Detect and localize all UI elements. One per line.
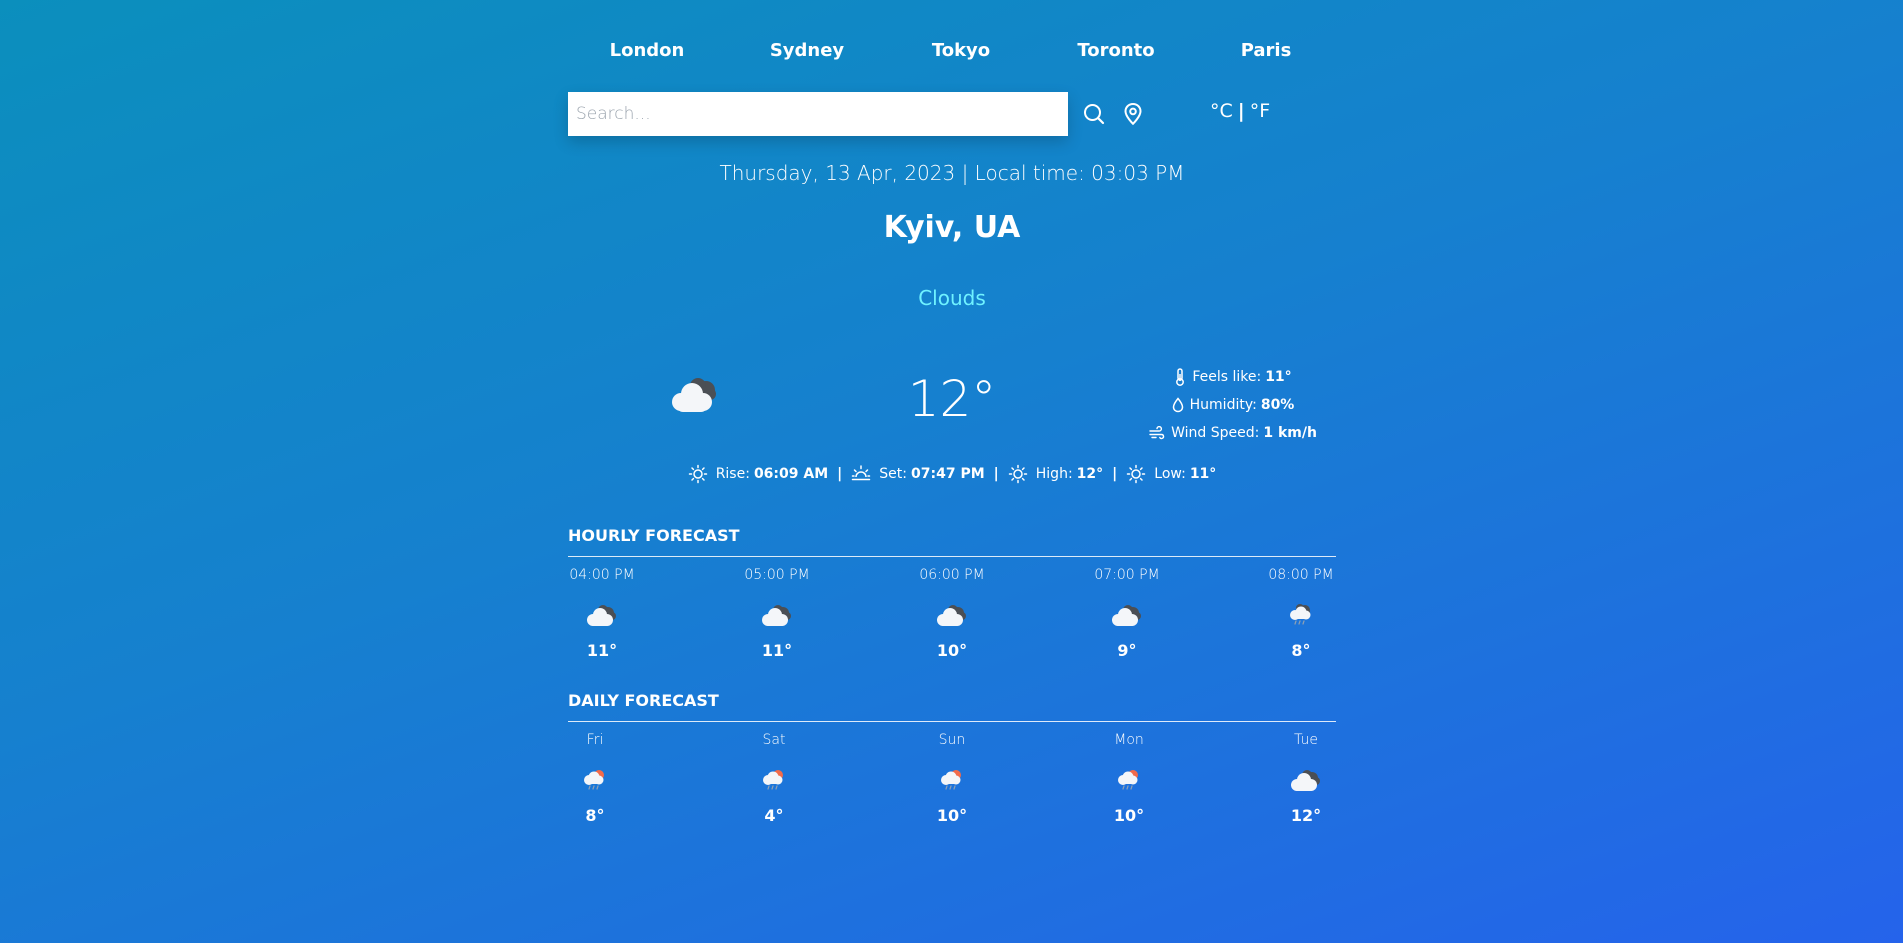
- hourly-item: 07:00 PM 9°: [1072, 565, 1182, 660]
- city-button-tokyo[interactable]: Tokyo: [932, 40, 990, 61]
- daily-item: Fri 8°: [540, 730, 650, 825]
- feels-like-value: 11°: [1265, 369, 1292, 385]
- high-value: 12°: [1076, 466, 1104, 482]
- sun-rain-icon: [584, 770, 604, 790]
- sunset-label: Set:: [879, 466, 907, 482]
- search-icon[interactable]: [1081, 101, 1107, 127]
- daily-item: Sun 10°: [897, 730, 1007, 825]
- hourly-temp: 10°: [936, 641, 968, 660]
- low-value: 11°: [1189, 466, 1217, 482]
- location-title: Kyiv, UA: [883, 210, 1021, 245]
- hourly-time: 04:00 PM: [569, 567, 635, 583]
- hourly-item: 06:00 PM 10°: [897, 565, 1007, 660]
- sun-rain-icon: [1118, 770, 1138, 790]
- hourly-forecast: 04:00 PM 11° 05:00 PM 11° 06:00 PM 10° 0…: [568, 565, 1336, 675]
- daily-item: Sat 4°: [719, 730, 829, 825]
- sun-icon: [1127, 464, 1146, 484]
- daily-temp: 10°: [936, 806, 968, 825]
- sunrise-label: Rise:: [715, 466, 750, 482]
- search-input[interactable]: [568, 92, 1068, 136]
- sun-rain-icon: [763, 770, 783, 790]
- hourly-time: 06:00 PM: [919, 567, 985, 583]
- city-button-sydney[interactable]: Sydney: [770, 40, 844, 61]
- cloudy-icon: [937, 605, 966, 626]
- separator: |: [993, 466, 999, 482]
- city-button-toronto[interactable]: Toronto: [1077, 40, 1154, 61]
- separator: |: [837, 466, 843, 482]
- daily-temp: 4°: [764, 806, 784, 825]
- daily-item: Tue 12°: [1251, 730, 1361, 825]
- separator: |: [1112, 466, 1118, 482]
- sunrise-value: 06:09 AM: [753, 466, 829, 482]
- sun-rain-icon: [941, 770, 961, 790]
- daily-day: Sun: [938, 732, 966, 748]
- hourly-time: 05:00 PM: [744, 567, 810, 583]
- humidity-value: 80%: [1260, 397, 1295, 413]
- humidity-row: Humidity: 80%: [1118, 391, 1348, 419]
- daily-day: Mon: [1114, 732, 1144, 748]
- daily-divider: [568, 721, 1336, 722]
- daily-forecast: Fri 8° Sat 4° Sun 10° Mon 10° Tue 12°: [568, 730, 1336, 840]
- cloud-rain-icon: [1290, 604, 1311, 625]
- thermometer-icon: [1176, 368, 1185, 386]
- cloudy-icon: [1112, 605, 1141, 626]
- current-temperature: 12°: [907, 370, 997, 428]
- hourly-item: 08:00 PM 8°: [1246, 565, 1356, 660]
- sunset-icon: [852, 465, 871, 481]
- hourly-temp: 11°: [761, 641, 793, 660]
- city-button-london[interactable]: London: [610, 40, 685, 61]
- wind-label: Wind Speed:: [1171, 425, 1260, 441]
- cloudy-icon: [587, 605, 616, 626]
- wind-icon: [1149, 426, 1165, 440]
- cloudy-icon: [667, 373, 725, 419]
- sunrise-icon: [688, 464, 707, 484]
- daily-item: Mon 10°: [1074, 730, 1184, 825]
- humidity-label: Humidity:: [1189, 397, 1257, 413]
- weather-details: Feels like: 11° Humidity: 80% Wind Speed: 1…: [1118, 363, 1348, 447]
- fahrenheit-button[interactable]: °F: [1250, 100, 1270, 122]
- hourly-temp: 9°: [1117, 641, 1137, 660]
- sunset-value: 07:47 PM: [911, 466, 985, 482]
- hourly-temp: 11°: [586, 641, 618, 660]
- droplet-icon: [1172, 397, 1183, 413]
- weather-condition: Clouds: [918, 286, 986, 310]
- hourly-divider: [568, 556, 1336, 557]
- unit-separator: |: [1237, 100, 1245, 122]
- feels-like-row: Feels like: 11°: [1118, 363, 1348, 391]
- daily-day: Fri: [586, 732, 604, 748]
- low-label: Low:: [1154, 466, 1186, 482]
- unit-toggle: °C | °F: [1210, 100, 1270, 122]
- wind-row: Wind Speed: 1 km/h: [1118, 419, 1348, 447]
- high-label: High:: [1035, 466, 1073, 482]
- cloudy-icon: [762, 605, 791, 626]
- wind-value: 1 km/h: [1263, 425, 1317, 441]
- weather-app: London Sydney Tokyo Toronto Paris °C|°F …: [0, 0, 1903, 943]
- daily-temp: 8°: [585, 806, 605, 825]
- sun-temperature-row: Rise: 06:09 AM | Set: 07:47 PM | High: 12° …: [568, 464, 1336, 484]
- celsius-button[interactable]: °C: [1210, 100, 1233, 122]
- sun-icon: [1008, 464, 1028, 484]
- daily-temp: 12°: [1290, 806, 1322, 825]
- hourly-item: 04:00 PM 11°: [547, 565, 657, 660]
- hourly-time: 07:00 PM: [1094, 567, 1160, 583]
- feels-like-label: Feels like:: [1192, 369, 1262, 385]
- hourly-item: 05:00 PM 11°: [722, 565, 832, 660]
- daily-day: Sat: [762, 732, 786, 748]
- daily-temp: 10°: [1113, 806, 1145, 825]
- city-button-paris[interactable]: Paris: [1241, 40, 1292, 61]
- local-datetime: Thursday, 13 Apr, 2023 | Local time: 03:…: [719, 161, 1185, 185]
- location-pin-icon[interactable]: [1120, 101, 1146, 127]
- cloudy-icon: [1291, 770, 1320, 791]
- city-nav: London Sydney Tokyo Toronto Paris: [568, 40, 1336, 68]
- daily-forecast-title: DAILY FORECAST: [568, 691, 719, 710]
- hourly-temp: 8°: [1291, 641, 1311, 660]
- daily-day: Tue: [1294, 732, 1318, 748]
- hourly-time: 08:00 PM: [1268, 567, 1334, 583]
- hourly-forecast-title: HOURLY FORECAST: [568, 526, 740, 545]
